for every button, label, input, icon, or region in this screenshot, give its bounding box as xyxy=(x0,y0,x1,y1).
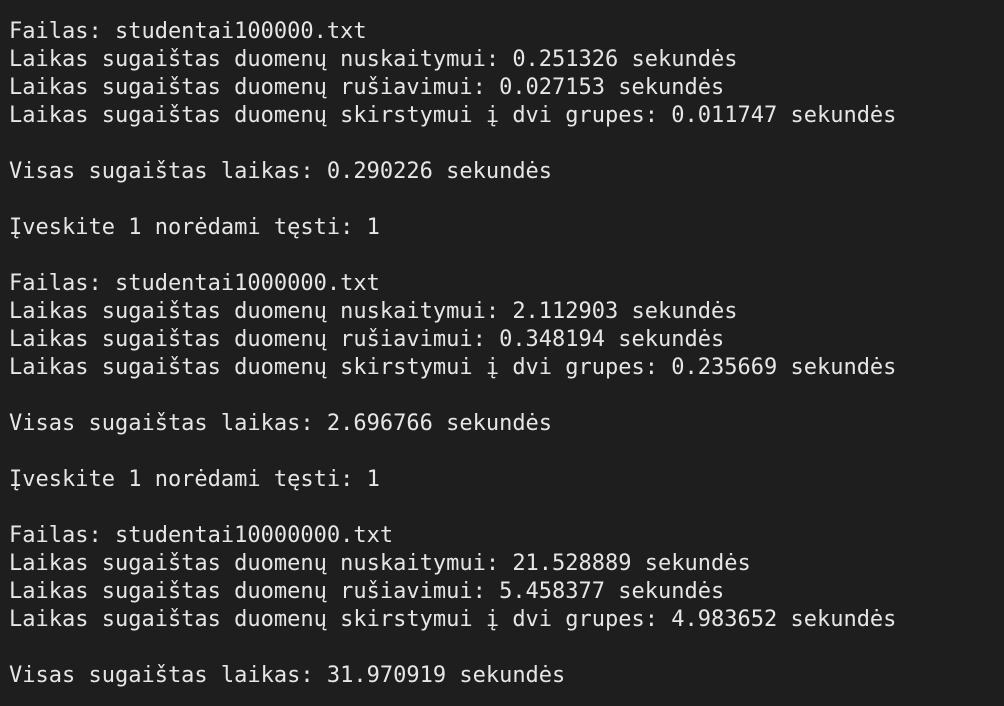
output-line: Visas sugaištas laikas: 2.696766 sekundė… xyxy=(9,411,553,436)
output-line: Laikas sugaištas duomenų nuskaitymui: 21… xyxy=(9,551,751,576)
output-line: Failas: studentai10000000.txt xyxy=(9,523,394,548)
input-prompt-line: Įveskite 1 norėdami tęsti: 1 xyxy=(9,215,380,240)
output-line: Visas sugaištas laikas: 31.970919 sekund… xyxy=(9,663,566,688)
output-line: Laikas sugaištas duomenų skirstymui į dv… xyxy=(9,103,897,128)
output-line: Failas: studentai1000000.txt xyxy=(9,271,380,296)
output-line: Laikas sugaištas duomenų rušiavimui: 5.4… xyxy=(9,579,725,604)
output-line: Laikas sugaištas duomenų skirstymui į dv… xyxy=(9,607,897,632)
terminal-output[interactable]: Failas: studentai100000.txt Laikas sugai… xyxy=(0,0,1004,706)
output-line: Laikas sugaištas duomenų rušiavimui: 0.0… xyxy=(9,75,725,100)
output-line: Laikas sugaištas duomenų nuskaitymui: 2.… xyxy=(9,299,738,324)
output-line: Laikas sugaištas duomenų skirstymui į dv… xyxy=(9,355,897,380)
output-line: Laikas sugaištas duomenų rušiavimui: 0.3… xyxy=(9,327,725,352)
output-line: Failas: studentai100000.txt xyxy=(9,19,367,44)
output-line: Visas sugaištas laikas: 0.290226 sekundė… xyxy=(9,159,553,184)
input-prompt-line: Įveskite 1 norėdami tęsti: 1 xyxy=(9,467,380,492)
output-line: Laikas sugaištas duomenų nuskaitymui: 0.… xyxy=(9,47,738,72)
